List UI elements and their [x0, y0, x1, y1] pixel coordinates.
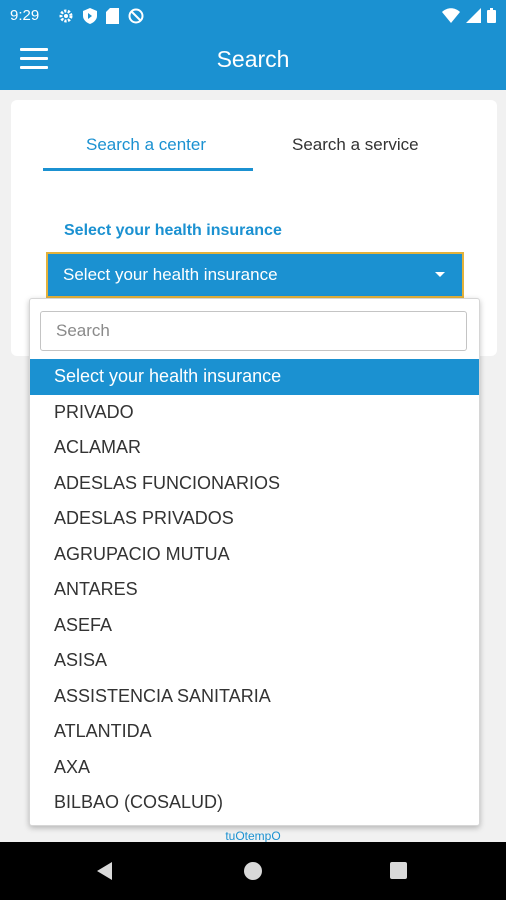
gear-icon — [58, 8, 74, 24]
recents-icon[interactable] — [369, 842, 429, 900]
option-item[interactable]: ANTARES — [30, 572, 479, 608]
caret-down-icon — [435, 272, 445, 277]
wifi-icon — [442, 8, 460, 23]
option-item[interactable]: ADESLAS PRIVADOS — [30, 501, 479, 537]
health-insurance-select[interactable]: Select your health insurance — [46, 252, 464, 298]
option-item[interactable]: ACLAMAR — [30, 430, 479, 466]
option-item[interactable]: ASSISTENCIA SANITARIA — [30, 679, 479, 715]
home-icon[interactable] — [223, 842, 283, 900]
option-item[interactable]: PRIVADO — [30, 395, 479, 431]
page-title: Search — [216, 46, 290, 72]
footer-brand-link[interactable]: tuOtempO — [0, 829, 506, 843]
insurance-dropdown: Select your health insurance PRIVADO ACL… — [29, 298, 480, 826]
shield-icon — [83, 8, 97, 24]
option-item[interactable]: ADESLAS FUNCIONARIOS — [30, 466, 479, 502]
option-list: Select your health insurance PRIVADO ACL… — [30, 359, 479, 821]
active-tab-indicator — [43, 168, 253, 171]
select-value: Select your health insurance — [63, 265, 278, 284]
option-item[interactable]: BILBAO (COSALUD) — [30, 785, 479, 821]
back-icon[interactable] — [77, 842, 137, 900]
option-item[interactable]: ASEFA — [30, 608, 479, 644]
option-item[interactable]: AGRUPACIO MUTUA — [30, 537, 479, 573]
battery-icon — [487, 8, 496, 23]
option-item[interactable]: AXA — [30, 750, 479, 786]
status-left-icons — [58, 8, 144, 24]
cell-signal-icon — [466, 8, 481, 23]
system-nav-bar — [0, 842, 506, 900]
sd-card-icon — [106, 8, 119, 24]
dropdown-search-input[interactable] — [40, 311, 467, 351]
tab-search-center[interactable]: Search a center — [86, 135, 206, 155]
health-insurance-label: Select your health insurance — [64, 222, 282, 239]
option-item[interactable]: ASISA — [30, 643, 479, 679]
status-time: 9:29 — [10, 7, 40, 24]
status-bar: 9:29 — [0, 0, 506, 32]
app-bar: Search — [0, 32, 506, 90]
status-right-icons — [442, 8, 496, 23]
tab-search-service[interactable]: Search a service — [292, 135, 419, 155]
at-sign-icon — [128, 8, 144, 24]
option-item[interactable]: Select your health insurance — [30, 359, 479, 395]
option-item[interactable]: ATLANTIDA — [30, 714, 479, 750]
